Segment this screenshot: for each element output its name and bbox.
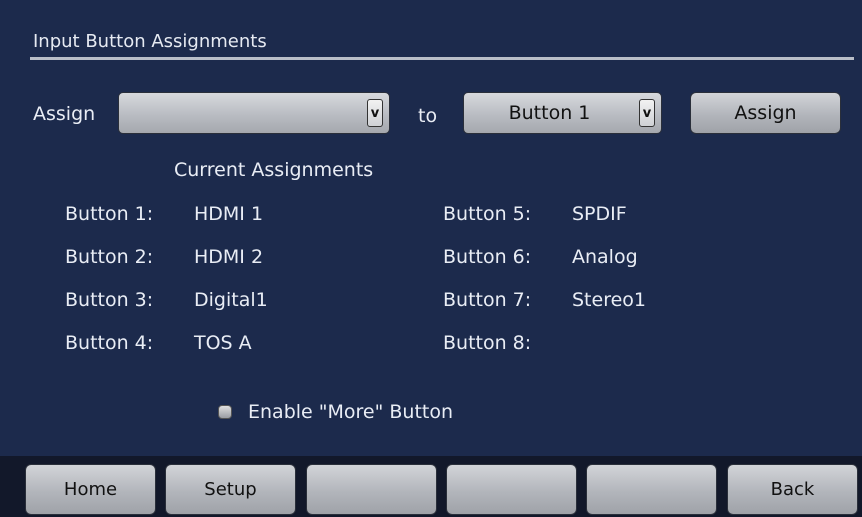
assign-label: Assign (33, 103, 96, 125)
assignment-value: TOS A (194, 332, 252, 354)
button-select[interactable]: Button 1 v (463, 92, 662, 134)
assignment-value: Stereo1 (572, 289, 646, 311)
button-select-value: Button 1 (508, 102, 591, 124)
nav-button-5[interactable] (586, 464, 717, 515)
assignment-label: Button 6: (443, 246, 532, 268)
bottom-nav-bar: Home Setup Back (0, 456, 862, 517)
source-select-value (119, 93, 363, 133)
assignment-label: Button 4: (65, 332, 154, 354)
source-select[interactable]: v (118, 92, 390, 134)
enable-more-checkbox[interactable] (218, 405, 232, 419)
nav-button-4[interactable] (446, 464, 577, 515)
assignment-value: HDMI 2 (194, 246, 264, 268)
home-button[interactable]: Home (25, 464, 156, 515)
back-button[interactable]: Back (727, 464, 858, 515)
assignment-label: Button 1: (65, 203, 154, 225)
enable-more-label[interactable]: Enable "More" Button (248, 401, 453, 423)
chevron-down-icon[interactable]: v (639, 99, 655, 127)
page-title: Input Button Assignments (33, 31, 267, 52)
assignment-label: Button 8: (443, 332, 532, 354)
current-assignments-heading: Current Assignments (174, 159, 374, 181)
setup-button[interactable]: Setup (165, 464, 296, 515)
assignment-label: Button 3: (65, 289, 154, 311)
to-label: to (418, 105, 438, 127)
assignment-label: Button 2: (65, 246, 154, 268)
assignment-value: Analog (572, 246, 638, 268)
assignment-value: SPDIF (572, 203, 627, 225)
assignment-label: Button 7: (443, 289, 532, 311)
title-divider (30, 57, 854, 60)
assign-button[interactable]: Assign (690, 92, 841, 134)
chevron-down-icon[interactable]: v (367, 99, 383, 127)
assignment-label: Button 5: (443, 203, 532, 225)
assignment-value: Digital1 (194, 289, 268, 311)
nav-button-3[interactable] (306, 464, 437, 515)
assignment-value: HDMI 1 (194, 203, 264, 225)
